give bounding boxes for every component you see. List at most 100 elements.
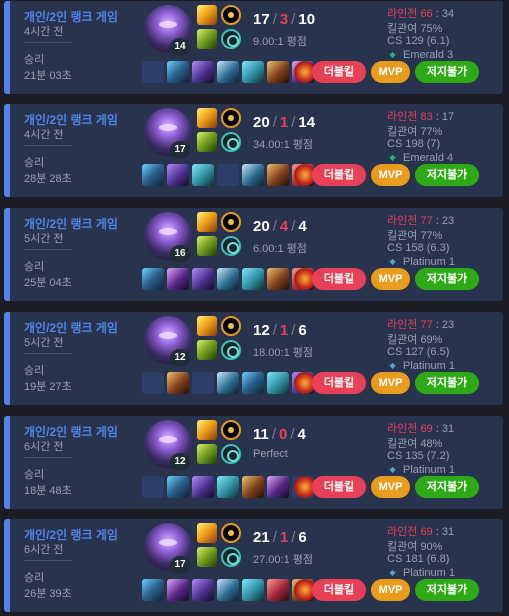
berserker-boots-icon[interactable] (167, 372, 189, 394)
thunderlord-item-icon[interactable] (142, 268, 164, 290)
electrocute-rune-icon[interactable] (221, 108, 241, 128)
flash-spell-icon[interactable] (197, 29, 217, 49)
sorcery-secondary-rune-icon[interactable] (221, 236, 241, 256)
kda-separator: / (291, 529, 296, 546)
ignite-spell-icon[interactable] (197, 5, 217, 25)
shadowflame-icon[interactable] (267, 372, 289, 394)
rabadon-item-icon[interactable] (267, 579, 289, 601)
match-card[interactable]: 개인/2인 랭크 게임 4시간 전 승리 28분 28초 17 20/1/14 … (4, 104, 503, 197)
flash-spell-icon[interactable] (197, 444, 217, 464)
berserker-boots-icon[interactable] (267, 61, 289, 83)
flash-spell-icon[interactable] (197, 547, 217, 567)
kda-separator: / (272, 11, 277, 28)
kda-score: 21/1/6 (253, 529, 307, 546)
time-ago: 4시간 전 (24, 129, 64, 141)
lane-phase: 라인전 66 : 34 (387, 5, 454, 21)
shadow-mask-item-icon[interactable] (167, 579, 189, 601)
void-staff-icon[interactable] (167, 164, 189, 186)
champion-level: 16 (170, 245, 190, 263)
void-staff-icon[interactable] (192, 579, 214, 601)
ignite-spell-icon[interactable] (197, 523, 217, 543)
shadow-mask-item-icon[interactable] (167, 268, 189, 290)
electrocute-rune-icon[interactable] (221, 523, 241, 543)
double-kill-badge: 더블킬 (312, 372, 366, 394)
time-ago: 6시간 전 (24, 441, 64, 453)
shadowflame-icon[interactable] (242, 579, 264, 601)
void-staff-icon[interactable] (192, 476, 214, 498)
cs-value: 181 (6.8) (405, 553, 450, 565)
sorcery-secondary-rune-icon[interactable] (221, 444, 241, 464)
void-staff-icon[interactable] (192, 61, 214, 83)
electrocute-rune-icon[interactable] (221, 316, 241, 336)
cs-label: CS (387, 346, 403, 358)
kda-ratio: 18.00:1 평점 (253, 347, 313, 359)
match-card[interactable]: 개인/2인 랭크 게임 5시간 전 승리 25분 04초 16 20/4/4 6… (4, 208, 503, 301)
lane-label: 라인전 (387, 319, 418, 331)
match-duration: 21분 03초 (24, 70, 72, 82)
flash-spell-icon[interactable] (197, 340, 217, 360)
lane-score: 77 (420, 319, 433, 331)
lane-phase: 라인전 83 : 17 (387, 108, 454, 124)
void-staff-icon[interactable] (192, 268, 214, 290)
assists: 6 (298, 322, 307, 339)
shadow-mask-item-icon[interactable] (267, 476, 289, 498)
berserker-boots-icon[interactable] (267, 164, 289, 186)
tier-label: Platinum 1 (403, 360, 455, 372)
match-card[interactable]: 개인/2인 랭크 게임 4시간 전 승리 21분 03초 14 17/3/10 … (4, 1, 503, 94)
sorcery-secondary-rune-icon[interactable] (221, 132, 241, 152)
shadowflame-icon[interactable] (242, 268, 264, 290)
ignite-spell-icon[interactable] (197, 212, 217, 232)
lane-phase: 라인전 77 : 23 (387, 212, 454, 228)
ignite-spell-icon[interactable] (197, 108, 217, 128)
shadowflame-icon[interactable] (192, 164, 214, 186)
berserker-boots-icon[interactable] (267, 268, 289, 290)
cs-label: CS (387, 138, 403, 150)
blackfire-torch-icon[interactable] (217, 579, 239, 601)
shadowflame-icon[interactable] (217, 476, 239, 498)
thunderlord-item-icon[interactable] (167, 61, 189, 83)
blackfire-torch-icon[interactable] (217, 268, 239, 290)
kda-score: 20/4/4 (253, 218, 307, 235)
mvp-badge: MVP (371, 372, 410, 394)
ignite-spell-icon[interactable] (197, 420, 217, 440)
match-card[interactable]: 개인/2인 랭크 게임 6시간 전 승리 18분 48초 12 11/0/4 P… (4, 416, 503, 509)
lane-label: 라인전 (387, 8, 418, 20)
kda-separator: / (290, 426, 295, 443)
blackfire-torch-icon[interactable] (217, 372, 239, 394)
shadowflame-icon[interactable] (242, 61, 264, 83)
kda-ratio: 9.00:1 평점 (253, 36, 307, 48)
cs-label: CS (387, 553, 403, 565)
match-duration: 26분 39초 (24, 588, 72, 600)
assists: 14 (298, 114, 316, 131)
creep-score: CS 158 (6.3) (387, 242, 449, 254)
flash-spell-icon[interactable] (197, 132, 217, 152)
electrocute-rune-icon[interactable] (221, 212, 241, 232)
electrocute-rune-icon[interactable] (221, 420, 241, 440)
lane-opponent: 31 (441, 423, 455, 435)
berserker-boots-icon[interactable] (242, 476, 264, 498)
match-card[interactable]: 개인/2인 랭크 게임 5시간 전 승리 19분 27초 12 12/1/6 1… (4, 312, 503, 405)
assists: 6 (298, 529, 307, 546)
thunderlord-item-icon[interactable] (142, 164, 164, 186)
kda-ratio: 6.00:1 평점 (253, 243, 307, 255)
flash-spell-icon[interactable] (197, 236, 217, 256)
ignite-spell-icon[interactable] (197, 316, 217, 336)
tier-wing-icon (387, 466, 398, 474)
lane-opponent: 23 (441, 319, 455, 331)
thunderlord-item-icon[interactable] (167, 476, 189, 498)
sorcery-secondary-rune-icon[interactable] (221, 547, 241, 567)
sorcery-secondary-rune-icon[interactable] (221, 340, 241, 360)
thunderlord-item-icon[interactable] (242, 372, 264, 394)
blackfire-torch-icon[interactable] (242, 164, 264, 186)
sorcery-secondary-rune-icon[interactable] (221, 29, 241, 49)
blackfire-torch-icon[interactable] (217, 61, 239, 83)
kp-label: 킬관여 (387, 230, 418, 242)
unstoppable-badge: 저지불가 (415, 579, 479, 601)
thunderlord-item-icon[interactable] (142, 579, 164, 601)
match-card[interactable]: 개인/2인 랭크 게임 6시간 전 승리 26분 39초 17 21/1/6 2… (4, 519, 503, 612)
electrocute-rune-icon[interactable] (221, 5, 241, 25)
tier-wing-icon (387, 362, 398, 370)
kills: 20 (253, 218, 270, 235)
mvp-badge: MVP (371, 61, 410, 83)
kda-ratio: Perfect (253, 448, 288, 460)
